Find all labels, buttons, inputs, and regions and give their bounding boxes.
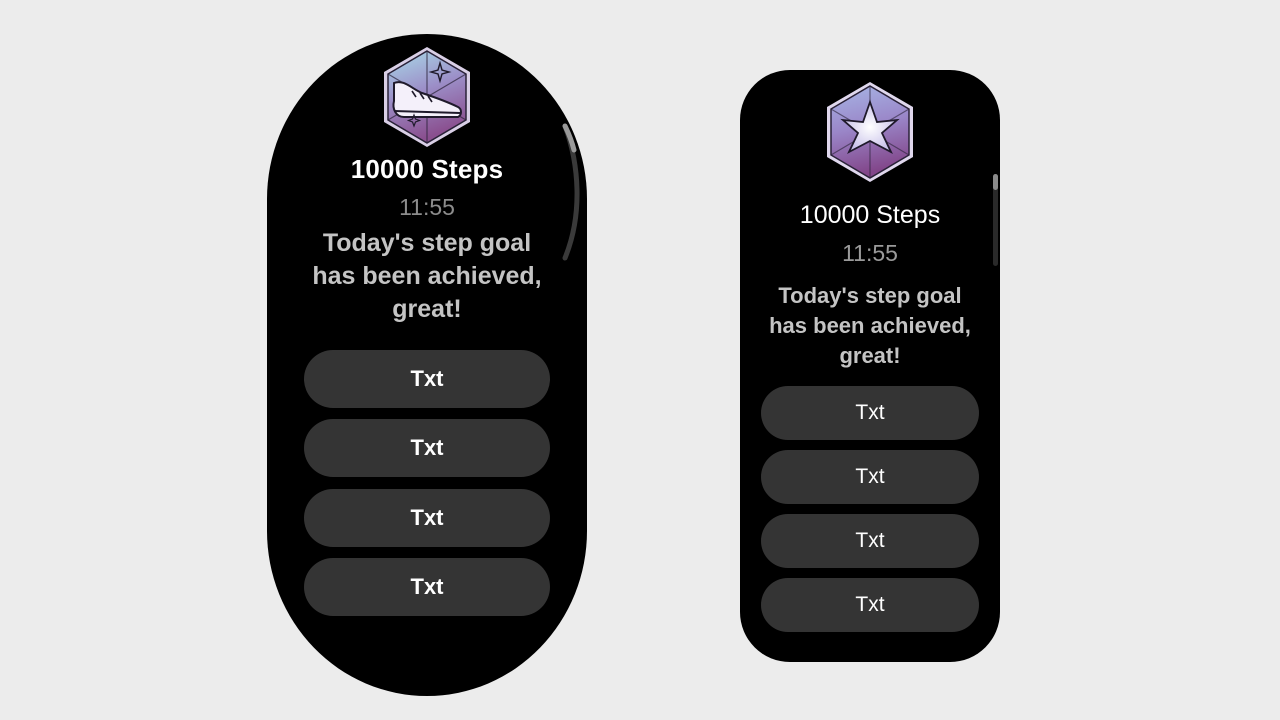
- action-button-2[interactable]: Txt: [304, 419, 550, 477]
- page-title: 10000 Steps: [799, 201, 941, 229]
- square-watch-screen: 10000 Steps 11:55 Today's step goal has …: [740, 70, 1000, 662]
- round-watch-screen: 10000 Steps 11:55 Today's step goal has …: [267, 34, 587, 696]
- action-button-3[interactable]: Txt: [761, 514, 979, 568]
- action-button-1[interactable]: Txt: [304, 350, 550, 408]
- timestamp: 11:55: [842, 240, 898, 266]
- page-title: 10000 Steps: [350, 154, 504, 184]
- action-button-4[interactable]: Txt: [304, 558, 550, 616]
- notification-message: Today's step goal has been achieved, gre…: [312, 229, 542, 323]
- star-badge-icon: [827, 82, 913, 182]
- scroll-thumb[interactable]: [993, 174, 998, 190]
- timestamp: 11:55: [399, 194, 455, 220]
- action-button-4[interactable]: Txt: [761, 578, 979, 632]
- action-button-2[interactable]: Txt: [761, 450, 979, 504]
- action-button-1[interactable]: Txt: [761, 386, 979, 440]
- notification-message: Today's step goal has been achieved, gre…: [769, 283, 971, 368]
- sneaker-badge-icon: [384, 47, 470, 147]
- action-button-3[interactable]: Txt: [304, 489, 550, 547]
